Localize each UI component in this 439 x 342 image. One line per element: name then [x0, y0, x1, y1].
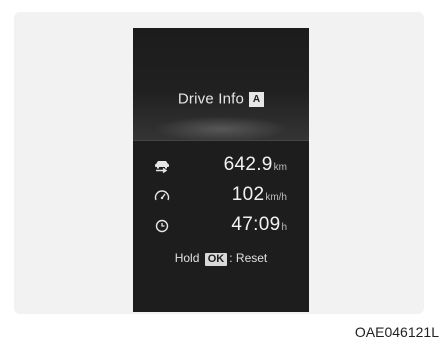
distance-row: 642.9km [133, 154, 309, 178]
figure-code: OAE046121L [354, 324, 439, 340]
distance-value: 642.9km [224, 154, 287, 176]
ok-key-badge: OK [204, 253, 228, 266]
title-label: Drive Info [177, 90, 245, 108]
title-glow [153, 116, 289, 142]
time-value: 47:09h [231, 214, 287, 236]
reset-hint: Hold OK: Reset [133, 251, 309, 266]
distance-icon [153, 158, 171, 174]
hint-suffix: : Reset [229, 251, 268, 265]
speed-number: 102 [231, 184, 265, 205]
image-frame: Drive Info A 642.9km 102km/h 47:09h Hold… [0, 0, 439, 342]
distance-unit: km [273, 162, 287, 173]
cluster-display: Drive Info A 642.9km 102km/h 47:09h Hold… [133, 28, 309, 312]
display-title: Drive Info A [133, 90, 309, 108]
clock-icon [153, 218, 171, 234]
speed-value: 102km/h [232, 184, 287, 206]
speedometer-icon [153, 188, 171, 204]
speed-row: 102km/h [133, 184, 309, 208]
speed-unit: km/h [265, 192, 287, 203]
time-row: 47:09h [133, 214, 309, 238]
divider [133, 140, 309, 141]
time-unit: h [281, 222, 287, 233]
distance-number: 642.9 [223, 154, 273, 175]
hint-prefix: Hold [174, 251, 200, 265]
time-number: 47:09 [231, 214, 281, 235]
mode-badge: A [249, 91, 265, 107]
